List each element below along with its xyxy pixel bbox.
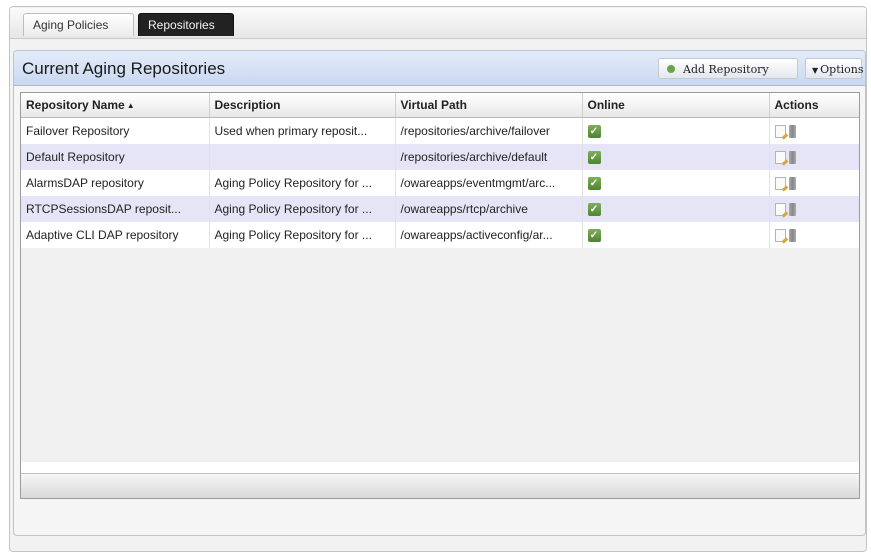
table-row[interactable]: Failover Repository Used when primary re… <box>21 117 859 144</box>
table-empty-area <box>21 247 859 462</box>
tab-bar: Aging Policies Repositories <box>10 8 866 39</box>
cell-description <box>209 143 396 170</box>
table-footer <box>21 473 859 498</box>
trash-icon[interactable] <box>788 124 796 138</box>
cell-online: ✓ <box>582 195 770 222</box>
edit-document-icon[interactable] <box>774 228 786 242</box>
trash-icon[interactable] <box>788 228 796 242</box>
checkbox-checked-icon: ✓ <box>587 124 601 138</box>
tab-repositories[interactable]: Repositories <box>138 13 234 36</box>
cell-description: Aging Policy Repository for ... <box>209 195 396 222</box>
cell-repository-name: AlarmsDAP repository <box>21 169 210 196</box>
cell-actions <box>769 221 859 248</box>
trash-icon[interactable] <box>788 150 796 164</box>
checkbox-checked-icon: ✓ <box>587 150 601 164</box>
options-button[interactable]: ▼ Options <box>805 58 864 79</box>
cell-actions <box>769 117 859 144</box>
edit-document-icon[interactable] <box>774 124 786 138</box>
cell-repository-name: Failover Repository <box>21 117 210 144</box>
edit-document-icon[interactable] <box>774 176 786 190</box>
plus-circle-icon <box>667 65 675 73</box>
trash-icon[interactable] <box>788 176 796 190</box>
table-row[interactable]: AlarmsDAP repository Aging Policy Reposi… <box>21 169 859 196</box>
column-header-repository-name[interactable]: Repository Name ▲ <box>21 93 210 118</box>
cell-online: ✓ <box>582 117 770 144</box>
cell-description: Aging Policy Repository for ... <box>209 221 396 248</box>
tab-aging-policies[interactable]: Aging Policies <box>23 13 134 36</box>
column-header-online[interactable]: Online <box>582 93 770 118</box>
column-header-description[interactable]: Description <box>209 93 396 118</box>
panel-header: Current Aging Repositories Add Repositor… <box>14 51 865 86</box>
cell-description: Aging Policy Repository for ... <box>209 169 396 196</box>
cell-actions <box>769 195 859 222</box>
cell-repository-name: RTCPSessionsDAP reposit... <box>21 195 210 222</box>
checkbox-checked-icon: ✓ <box>587 228 601 242</box>
cell-virtual-path: /owareapps/activeconfig/ar... <box>395 221 583 248</box>
edit-document-icon[interactable] <box>774 202 786 216</box>
cell-online: ✓ <box>582 169 770 196</box>
checkbox-checked-icon: ✓ <box>587 202 601 216</box>
triangle-down-icon: ▼ <box>812 66 819 75</box>
trash-icon[interactable] <box>788 202 796 216</box>
table-row[interactable]: RTCPSessionsDAP reposit... Aging Policy … <box>21 195 859 222</box>
repositories-table: Repository Name ▲ Description Virtual Pat… <box>20 92 860 499</box>
cell-description: Used when primary reposit... <box>209 117 396 144</box>
options-label: Options <box>820 63 864 76</box>
checkbox-checked-icon: ✓ <box>587 176 601 190</box>
edit-document-icon[interactable] <box>774 150 786 164</box>
sort-ascending-icon: ▲ <box>126 101 135 110</box>
cell-virtual-path: /owareapps/eventmgmt/arc... <box>395 169 583 196</box>
cell-online: ✓ <box>582 221 770 248</box>
repositories-panel: Current Aging Repositories Add Repositor… <box>13 50 866 536</box>
add-repository-button[interactable]: Add Repository <box>658 58 798 79</box>
table-row[interactable]: Default Repository /repositories/archive… <box>21 143 859 170</box>
cell-online: ✓ <box>582 143 770 170</box>
cell-actions <box>769 143 859 170</box>
table-header-row: Repository Name ▲ Description Virtual Pat… <box>21 93 859 118</box>
add-repository-label: Add Repository <box>683 63 769 76</box>
cell-virtual-path: /repositories/archive/failover <box>395 117 583 144</box>
table-row[interactable]: Adaptive CLI DAP repository Aging Policy… <box>21 221 859 248</box>
cell-repository-name: Adaptive CLI DAP repository <box>21 221 210 248</box>
panel-title: Current Aging Repositories <box>22 59 226 78</box>
cell-virtual-path: /owareapps/rtcp/archive <box>395 195 583 222</box>
column-header-virtual-path[interactable]: Virtual Path <box>395 93 583 118</box>
cell-virtual-path: /repositories/archive/default <box>395 143 583 170</box>
cell-actions <box>769 169 859 196</box>
cell-repository-name: Default Repository <box>21 143 210 170</box>
column-header-actions[interactable]: Actions <box>769 93 859 118</box>
